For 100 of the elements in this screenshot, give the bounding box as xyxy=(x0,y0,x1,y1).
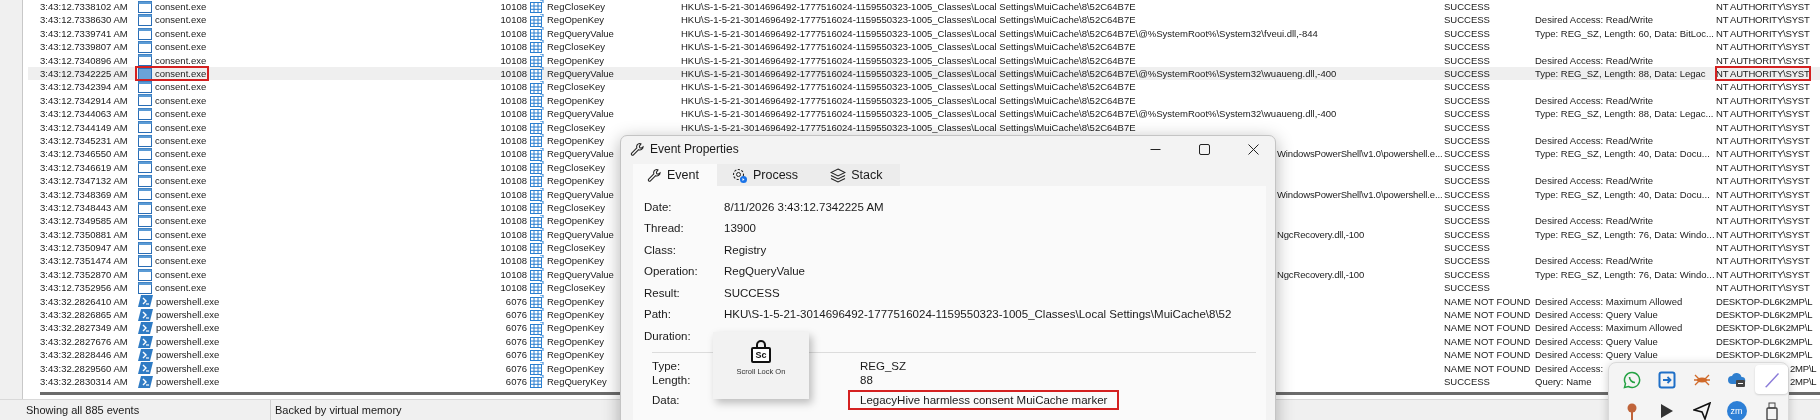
detail-cell: Desired Access: Read/Write xyxy=(1535,93,1654,108)
result-cell: SUCCESS xyxy=(1444,0,1490,14)
process-name: consent.exe xyxy=(155,53,207,67)
user-cell: NT AUTHORITY\SYST xyxy=(1716,160,1810,175)
time-cell: 3:43:32.2827349 AM xyxy=(40,321,128,335)
pid-cell: 10108 xyxy=(500,133,527,148)
pid-cell: 10108 xyxy=(500,160,527,175)
operation-cell: RegOpenKey xyxy=(547,13,605,27)
pid-cell: 6076 xyxy=(505,321,527,335)
process-name: consent.exe xyxy=(155,200,207,215)
status-text: Backed by virtual memory xyxy=(275,404,402,416)
process-name: consent.exe xyxy=(155,254,207,268)
user-cell: DESKTOP-DL6K2MP\L xyxy=(1716,321,1813,335)
operation-cell: RegQueryKey xyxy=(547,375,607,389)
tab[interactable]: Process xyxy=(716,164,817,186)
pid-cell: 10108 xyxy=(500,26,527,41)
time-cell: 3:43:12.7345231 AM xyxy=(40,133,128,148)
window-title: Event Properties xyxy=(650,142,740,156)
user-cell: NT AUTHORITY\SYST xyxy=(1716,254,1810,268)
process-name: powershell.exe xyxy=(156,375,220,389)
time-cell: 3:43:12.7339807 AM xyxy=(40,40,128,54)
result-cell: NAME NOT FOUND xyxy=(1444,308,1531,322)
status-text: Showing all 885 events xyxy=(26,404,140,416)
time-cell: 3:43:12.7342914 AM xyxy=(40,93,128,108)
time-cell: 3:43:32.2828446 AM xyxy=(40,348,128,362)
time-cell: 3:43:12.7344149 AM xyxy=(40,120,128,134)
detail-cell: Desired Access: Maximum Allowed xyxy=(1535,321,1683,335)
time-cell: 3:43:32.2830314 AM xyxy=(40,375,128,389)
operation-cell: RegCloseKey xyxy=(547,0,606,14)
detail-cell: Desired Access: Read/Write xyxy=(1535,13,1654,27)
pid-cell: 6076 xyxy=(505,361,527,375)
detail-cell: Desired Access: Query Value xyxy=(1535,348,1658,362)
result-cell: SUCCESS xyxy=(1444,214,1490,228)
result-cell: SUCCESS xyxy=(1444,160,1490,175)
pid-cell: 6076 xyxy=(505,348,527,362)
tray-button[interactable]: zm xyxy=(1720,396,1753,420)
result-cell: SUCCESS xyxy=(1444,13,1490,27)
field-label: Date: xyxy=(644,200,673,213)
result-cell: SUCCESS xyxy=(1444,281,1490,295)
detail-cell: Type: REG_SZ, Length: 76, Data: Windo... xyxy=(1535,227,1715,242)
field-value: 8/11/2026 3:43:12.7342225 AM xyxy=(724,200,884,213)
field-value: HKU\S-1-5-21-3014696492-1777516024-1159550323-1005_Classes\Local Settings\MuiCache\8\52 xyxy=(724,308,1232,321)
detail-cell: Type: REG_SZ, Length: 88, Data: Legac... xyxy=(1535,107,1714,121)
time-cell: 3:43:12.7342394 AM xyxy=(40,80,128,94)
path-cell: NgcRecovery.dll,-100 xyxy=(1277,267,1365,282)
pid-cell: 10108 xyxy=(500,120,527,134)
operation-cell: RegQueryValue xyxy=(547,227,614,242)
operation-cell: RegCloseKey xyxy=(547,281,606,295)
path-cell: NgcRecovery.dll,-100 xyxy=(1277,227,1365,242)
result-cell: SUCCESS xyxy=(1444,67,1490,81)
result-cell: NAME NOT FOUND xyxy=(1444,334,1531,349)
user-cell: 2MP\L xyxy=(1790,375,1817,389)
app-label: zm xyxy=(1726,400,1747,420)
field-value: Registry xyxy=(724,243,767,256)
tab[interactable]: Event xyxy=(633,164,717,186)
operation-cell: RegOpenKey xyxy=(547,254,605,268)
field-value: 13900 xyxy=(724,222,756,235)
operation-cell: RegQueryValue xyxy=(547,107,614,121)
time-cell: 3:43:12.7338102 AM xyxy=(40,0,128,14)
detail-cell: Type: REG_SZ, Length: 40, Data: Docu... xyxy=(1535,147,1710,161)
pid-cell: 10108 xyxy=(500,53,527,67)
time-cell: 3:43:12.7350881 AM xyxy=(40,227,128,242)
pid-cell: 6076 xyxy=(505,334,527,349)
process-name: powershell.exe xyxy=(156,334,220,349)
result-cell: SUCCESS xyxy=(1444,26,1490,41)
user-cell: NT AUTHORITY\SYST xyxy=(1716,0,1810,14)
time-cell: 3:43:12.7339741 AM xyxy=(40,26,128,41)
detail-cell: Desired Access: Read/Write xyxy=(1535,214,1654,228)
tab[interactable]: Stack xyxy=(816,164,901,186)
result-cell: SUCCESS xyxy=(1444,241,1490,255)
detail-cell: Type: REG_SZ, Length: 76, Data: Windo... xyxy=(1535,267,1715,282)
user-cell: NT AUTHORITY\SYST xyxy=(1716,13,1810,27)
operation-cell: RegCloseKey xyxy=(547,80,606,94)
field-label: Operation: xyxy=(644,265,699,278)
time-cell: 3:43:12.7347132 AM xyxy=(40,174,128,188)
operation-cell: RegOpenKey xyxy=(547,53,605,67)
pid-cell: 10108 xyxy=(500,187,527,201)
result-cell: SUCCESS xyxy=(1444,107,1490,121)
field-label: Type: xyxy=(652,359,681,372)
user-cell: NT AUTHORITY\SYST xyxy=(1716,147,1810,161)
path-cell: HKU\S-1-5-21-3014696492-1777516024-1159550323-1005_Classes\Local Settings\MuiCache\8\52C64B7E xyxy=(681,53,1136,67)
field-label: Duration: xyxy=(644,329,692,342)
process-name: powershell.exe xyxy=(156,361,220,375)
path-cell: HKU\S-1-5-21-3014696492-1777516024-1159550323-1005_Classes\Local Settings\MuiCache\8\52C64B7E xyxy=(681,80,1136,94)
process-name: consent.exe xyxy=(155,120,207,134)
user-cell: NT AUTHORITY\SYST xyxy=(1716,40,1810,54)
result-cell: NAME NOT FOUND xyxy=(1444,321,1531,335)
process-name: powershell.exe xyxy=(156,348,220,362)
result-cell: SUCCESS xyxy=(1444,40,1490,54)
path-cell: WindowsPowerShell\v1.0\powershell.e... xyxy=(1277,187,1443,201)
path-cell: WindowsPowerShell\v1.0\powershell.e... xyxy=(1277,147,1443,161)
operation-cell: RegCloseKey xyxy=(547,40,606,54)
process-name: consent.exe xyxy=(155,174,207,188)
detail-cell: Desired Access: Query Value xyxy=(1535,308,1658,322)
user-cell: NT AUTHORITY\SYST xyxy=(1716,241,1810,255)
pid-cell: 6076 xyxy=(505,308,527,322)
process-name: consent.exe xyxy=(155,160,207,175)
user-cell: NT AUTHORITY\SYST xyxy=(1716,174,1810,188)
field-label: Thread: xyxy=(644,222,685,235)
operation-cell: RegOpenKey xyxy=(547,174,605,188)
